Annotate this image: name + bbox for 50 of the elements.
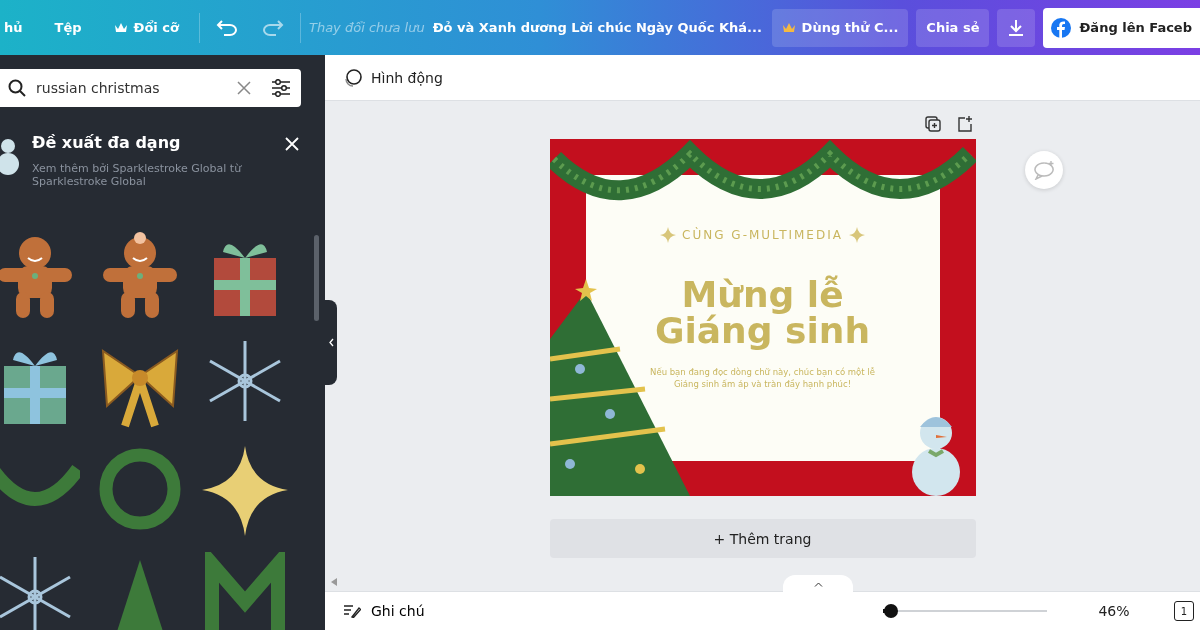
sparkle-icon [660, 227, 677, 243]
animation-icon [343, 67, 363, 88]
redo-icon [261, 18, 284, 37]
gift-icon[interactable] [4, 352, 66, 424]
chevron-up-icon [813, 581, 823, 587]
bow-icon[interactable] [101, 349, 179, 430]
trial-button[interactable]: Dùng thử C... [771, 8, 909, 47]
garland-icon[interactable] [205, 552, 285, 630]
crown-icon [781, 21, 796, 34]
page-count[interactable]: 1 [1174, 601, 1194, 621]
undo-icon [215, 18, 238, 37]
facebook-icon [1051, 17, 1072, 38]
duplicate-page-icon[interactable] [923, 115, 942, 133]
animate-button[interactable]: Hình động [339, 63, 447, 92]
clear-icon[interactable] [237, 81, 251, 95]
crown-icon [113, 21, 128, 34]
tagline: CÙNG G-MULTIMEDIA [682, 228, 843, 242]
comment-icon [1033, 160, 1055, 180]
scrollbar[interactable] [314, 235, 319, 321]
section-title: Đề xuất đa dạng [32, 133, 182, 152]
filter-icon[interactable] [271, 79, 291, 97]
search-bar[interactable]: russian christmas [0, 69, 301, 107]
snowman-icon [0, 137, 20, 177]
add-page-button[interactable]: + Thêm trang [549, 519, 976, 558]
publish-button[interactable]: Đăng lên Faceb [1043, 7, 1200, 48]
chevron-left-icon [328, 338, 334, 347]
search-icon [8, 79, 26, 97]
snowflake-icon[interactable] [209, 341, 281, 421]
add-page-icon[interactable] [955, 115, 974, 133]
wreath-icon[interactable] [99, 448, 181, 530]
share-button[interactable]: Chia sẻ [916, 8, 990, 47]
download-button[interactable] [997, 8, 1036, 47]
gingerbread-icon[interactable] [103, 232, 177, 318]
garland-icon[interactable] [0, 464, 80, 506]
snowflake-icon[interactable] [0, 557, 71, 630]
close-icon[interactable] [285, 137, 299, 151]
notes-icon [343, 604, 361, 618]
gingerbread-icon[interactable] [0, 237, 72, 318]
download-icon [1007, 18, 1026, 37]
save-status: Thay đổi chưa lưu [308, 20, 425, 35]
section-subtitle: Xem thêm bởi Sparklestroke Global từ Sparklestroke Global [32, 162, 243, 188]
card-message: Nếu bạn đang đọc dòng chữ này, chúc bạn có một lễ Giáng sinh ấm áp và tràn đầy hạnh phúc! [649, 367, 876, 391]
sparkle-icon [848, 227, 865, 243]
notes-button[interactable]: Ghi chú [339, 599, 429, 623]
card-heading: Mừng lễ Giáng sinh [654, 277, 871, 349]
collapse-handle[interactable] [325, 300, 337, 385]
gift-icon[interactable] [214, 244, 276, 316]
star-icon[interactable] [202, 446, 288, 536]
zoom-slider-thumb[interactable] [884, 604, 899, 618]
zoom-reading: 46% [1097, 603, 1131, 619]
